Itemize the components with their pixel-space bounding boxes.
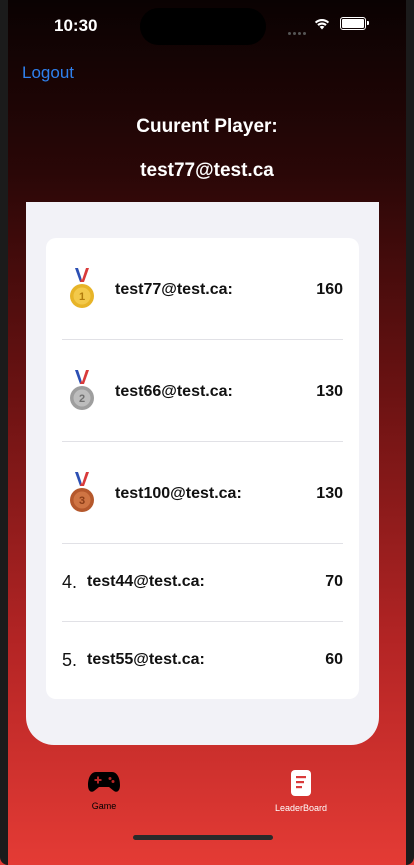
leaderboard-row[interactable]: 4. test44@test.ca: 70 <box>46 544 359 622</box>
row-score: 70 <box>325 573 343 590</box>
row-score: 60 <box>325 651 343 668</box>
app-screen: 10:30 Logout Cuurent Player: test77@test… <box>0 0 414 865</box>
current-player-label: Cuurent Player: <box>136 116 278 137</box>
row-score: 130 <box>316 485 343 502</box>
leaderboard-list: 1 test77@test.ca: 160 2 test66@test.ca: … <box>46 238 359 699</box>
device-bezel-right <box>406 0 414 865</box>
row-email: test100@test.ca: <box>115 485 242 502</box>
leaderboard-row[interactable]: 1 test77@test.ca: 160 <box>46 238 359 340</box>
current-player-email: test77@test.ca <box>140 160 274 181</box>
tab-label: Game <box>91 801 117 811</box>
row-score: 160 <box>316 281 343 298</box>
svg-text:2: 2 <box>79 393 85 405</box>
logout-button[interactable]: Logout <box>22 63 74 83</box>
svg-text:1: 1 <box>79 291 85 303</box>
row-email: test55@test.ca: <box>87 651 205 668</box>
battery-icon <box>340 17 366 30</box>
bronze-medal-icon: 3 <box>70 472 94 512</box>
gamepad-icon <box>88 772 120 792</box>
row-rank: 5. <box>62 650 78 670</box>
leaderboard-row[interactable]: 3 test100@test.ca: 130 <box>46 442 359 544</box>
leaderboard-row[interactable]: 5. test55@test.ca: 60 <box>46 622 359 699</box>
row-email: test44@test.ca: <box>87 573 205 590</box>
leaderboard-icon <box>291 770 311 796</box>
tab-leaderboard[interactable]: LeaderBoard <box>262 770 340 813</box>
tab-game[interactable]: Game <box>72 770 136 811</box>
signal-icon <box>288 22 308 40</box>
row-score: 130 <box>316 383 343 400</box>
silver-medal-icon: 2 <box>70 370 94 410</box>
leaderboard-row[interactable]: 2 test66@test.ca: 130 <box>46 340 359 442</box>
battery-tip <box>367 21 369 25</box>
row-email: test66@test.ca: <box>115 383 233 400</box>
home-indicator <box>133 835 273 840</box>
gold-medal-icon: 1 <box>70 268 94 308</box>
svg-text:3: 3 <box>79 495 85 507</box>
wifi-icon <box>314 19 330 30</box>
row-rank: 4. <box>62 572 78 592</box>
row-email: test77@test.ca: <box>115 281 233 298</box>
leaderboard-panel: 1 test77@test.ca: 160 2 test66@test.ca: … <box>26 202 379 745</box>
dynamic-island <box>140 8 266 45</box>
tab-label: LeaderBoard <box>274 803 328 813</box>
status-time: 10:30 <box>54 16 98 35</box>
device-bezel-left <box>0 0 8 865</box>
